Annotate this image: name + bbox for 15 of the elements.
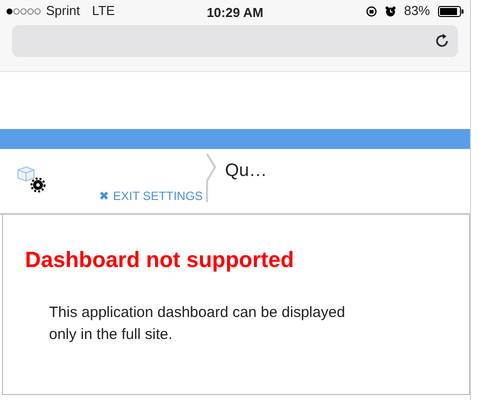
reload-icon[interactable] bbox=[434, 33, 450, 49]
error-title: Dashboard not supported bbox=[25, 246, 295, 274]
cube-gear-icon bbox=[16, 165, 48, 195]
battery-icon bbox=[438, 6, 464, 16]
battery-percentage: 83% bbox=[404, 2, 430, 20]
close-icon: ✖ bbox=[99, 187, 109, 205]
breadcrumb-title[interactable]: Qu… bbox=[225, 160, 268, 180]
error-message: This application dashboard can be displayed only in the full site. bbox=[49, 303, 346, 345]
rotation-lock-icon bbox=[366, 6, 377, 16]
carrier-name: Sprint bbox=[46, 2, 80, 20]
network-type: LTE bbox=[92, 2, 115, 20]
signal-icon bbox=[6, 8, 42, 14]
breadcrumb-separator-icon bbox=[205, 153, 217, 203]
alarm-clock-icon bbox=[384, 6, 396, 16]
clock-time: 10:29 AM bbox=[206, 4, 264, 22]
